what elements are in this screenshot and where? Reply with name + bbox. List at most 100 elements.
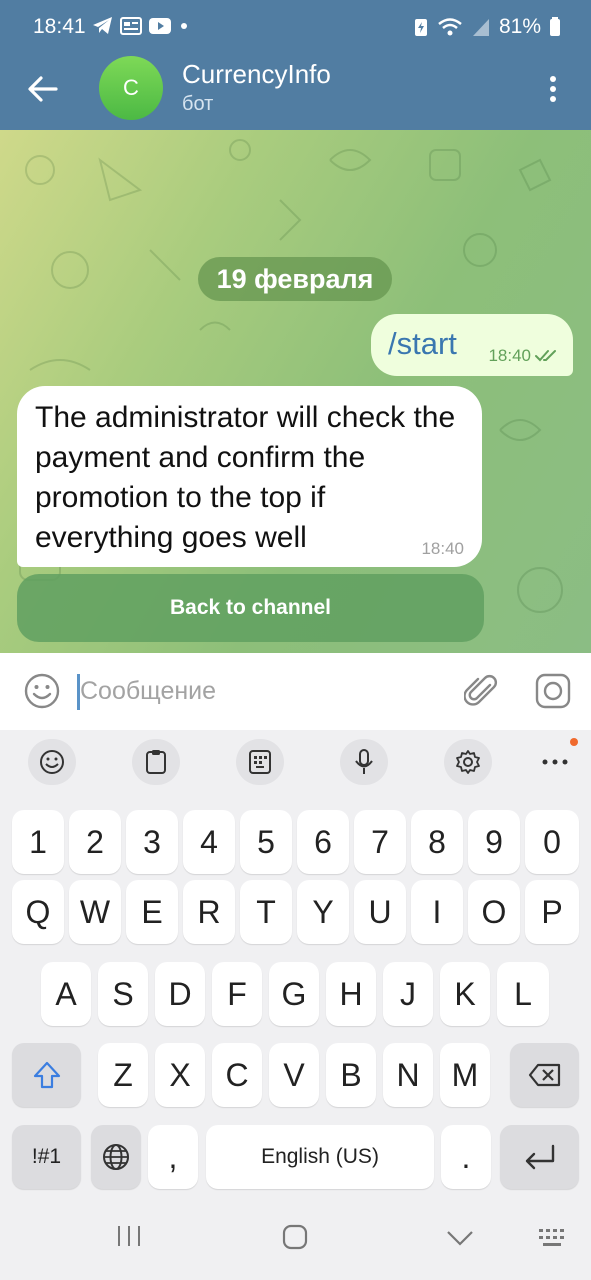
key-7[interactable]: 7 <box>354 810 406 874</box>
signal-icon <box>472 19 489 36</box>
key-6[interactable]: 6 <box>297 810 349 874</box>
key-h[interactable]: H <box>326 962 376 1026</box>
voice-input-button[interactable] <box>340 739 388 785</box>
key-c[interactable]: C <box>212 1043 262 1107</box>
key-e[interactable]: E <box>126 880 178 944</box>
keyboard-toolbar <box>0 730 591 794</box>
double-check-icon <box>535 350 556 362</box>
key-l[interactable]: L <box>497 962 549 1026</box>
battery-icon <box>550 17 560 36</box>
period-key[interactable]: . <box>441 1125 491 1189</box>
incoming-message[interactable]: The administrator will check the payment… <box>17 386 482 567</box>
key-b[interactable]: B <box>326 1043 376 1107</box>
keypad-icon <box>249 750 271 774</box>
shift-key[interactable] <box>12 1043 81 1107</box>
wifi-icon <box>438 18 462 36</box>
more-vertical-icon[interactable] <box>543 74 563 104</box>
key-2[interactable]: 2 <box>69 810 121 874</box>
key-i[interactable]: I <box>411 880 463 944</box>
chat-header: C CurrencyInfo бот <box>0 56 591 130</box>
back-to-channel-button[interactable]: Back to channel <box>17 574 484 642</box>
microphone-icon <box>355 749 373 774</box>
key-y[interactable]: Y <box>297 880 349 944</box>
chat-subtitle: бот <box>182 93 214 115</box>
paperclip-icon[interactable] <box>464 671 500 711</box>
navigation-bar <box>0 1194 591 1280</box>
shift-arrow-icon <box>33 1061 60 1089</box>
key-q[interactable]: Q <box>12 880 64 944</box>
key-k[interactable]: K <box>440 962 490 1026</box>
keyboard: 1 2 3 4 5 6 7 8 9 0 Q W E R T Y U I O P … <box>0 794 591 1194</box>
key-j[interactable]: J <box>383 962 433 1026</box>
key-0[interactable]: 0 <box>525 810 579 874</box>
home-icon[interactable] <box>282 1224 308 1250</box>
key-m[interactable]: M <box>440 1043 490 1107</box>
back-arrow-icon[interactable] <box>26 72 60 106</box>
enter-arrow-icon <box>525 1144 554 1170</box>
recents-icon[interactable] <box>116 1224 142 1248</box>
youtube-icon <box>149 18 171 34</box>
outgoing-message[interactable]: /start 18:40 <box>371 314 573 376</box>
language-key[interactable] <box>91 1125 141 1189</box>
globe-icon <box>103 1144 129 1170</box>
news-icon <box>120 17 142 35</box>
key-v[interactable]: V <box>269 1043 319 1107</box>
status-right: 81% <box>413 15 561 39</box>
key-8[interactable]: 8 <box>411 810 463 874</box>
backspace-icon <box>528 1063 560 1087</box>
clipboard-icon <box>146 750 166 774</box>
notification-dot <box>570 738 578 746</box>
keyboard-settings-button[interactable] <box>444 739 492 785</box>
key-n[interactable]: N <box>383 1043 433 1107</box>
status-notification-icons <box>92 16 190 36</box>
keyboard-grid-icon[interactable] <box>538 1228 568 1248</box>
key-d[interactable]: D <box>155 962 205 1026</box>
key-s[interactable]: S <box>98 962 148 1026</box>
chat-area[interactable]: 19 февраля /start 18:40 The administrato… <box>0 130 591 653</box>
symbols-key[interactable]: !#1 <box>12 1125 81 1189</box>
more-options-button[interactable] <box>531 739 579 785</box>
message-input[interactable] <box>80 669 440 713</box>
key-f[interactable]: F <box>212 962 262 1026</box>
space-key[interactable]: English (US) <box>206 1125 434 1189</box>
key-t[interactable]: T <box>240 880 292 944</box>
key-u[interactable]: U <box>354 880 406 944</box>
dot-icon <box>181 23 187 29</box>
avatar[interactable]: C <box>99 56 163 120</box>
date-chip: 19 февраля <box>198 257 392 301</box>
message-time: 18:40 <box>488 346 531 365</box>
clipboard-button[interactable] <box>132 739 180 785</box>
enter-key[interactable] <box>500 1125 579 1189</box>
key-w[interactable]: W <box>69 880 121 944</box>
key-z[interactable]: Z <box>98 1043 148 1107</box>
key-g[interactable]: G <box>269 962 319 1026</box>
key-4[interactable]: 4 <box>183 810 235 874</box>
key-x[interactable]: X <box>155 1043 205 1107</box>
status-time: 18:41 <box>33 15 86 38</box>
message-text[interactable]: /start <box>388 326 457 362</box>
settings-icon <box>456 750 480 774</box>
key-1[interactable]: 1 <box>12 810 64 874</box>
message-text: The administrator will check the payment… <box>35 401 456 554</box>
battery-saver-icon <box>414 19 427 36</box>
comma-key[interactable]: , <box>148 1125 198 1189</box>
chat-title[interactable]: CurrencyInfo <box>182 59 331 90</box>
emoji-icon <box>40 750 64 774</box>
key-3[interactable]: 3 <box>126 810 178 874</box>
key-5[interactable]: 5 <box>240 810 292 874</box>
message-meta: 18:40 <box>488 346 561 366</box>
battery-percent: 81% <box>498 15 541 38</box>
key-p[interactable]: P <box>525 880 579 944</box>
key-r[interactable]: R <box>183 880 235 944</box>
keypad-button[interactable] <box>236 739 284 785</box>
key-a[interactable]: A <box>41 962 91 1026</box>
back-icon[interactable] <box>446 1230 474 1246</box>
telegram-icon <box>93 17 112 34</box>
emoji-icon[interactable] <box>24 673 60 709</box>
key-o[interactable]: O <box>468 880 520 944</box>
status-bar: 18:41 81% <box>0 0 591 56</box>
backspace-key[interactable] <box>510 1043 579 1107</box>
emoji-keyboard-button[interactable] <box>28 739 76 785</box>
key-9[interactable]: 9 <box>468 810 520 874</box>
camera-icon[interactable] <box>535 673 571 709</box>
